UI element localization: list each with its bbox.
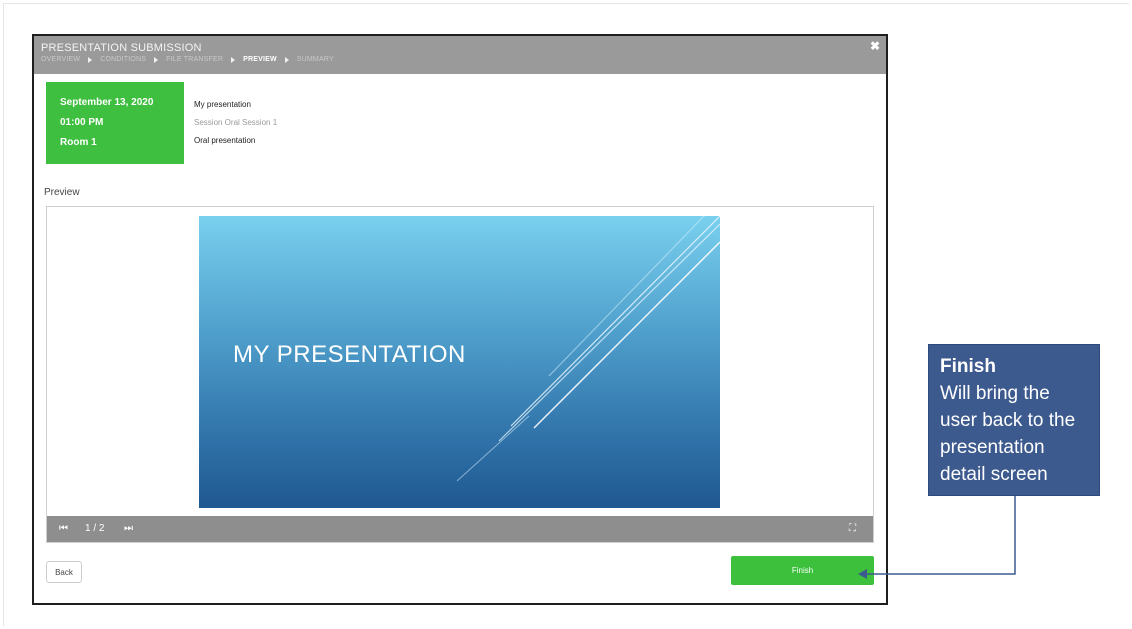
callout-line: Will bring the [940, 383, 1050, 404]
callout-title: Finish [940, 356, 996, 377]
callout-line: detail screen [940, 464, 1048, 485]
callout-connector [858, 496, 1016, 579]
callout-line: user back to the [940, 410, 1076, 431]
page: PRESENTATION SUBMISSION ✖ OVERVIEW CONDI… [0, 0, 1132, 629]
finish-callout: Finish Will bring the user back to the p… [928, 344, 1100, 496]
callout-line: presentation [940, 437, 1045, 458]
